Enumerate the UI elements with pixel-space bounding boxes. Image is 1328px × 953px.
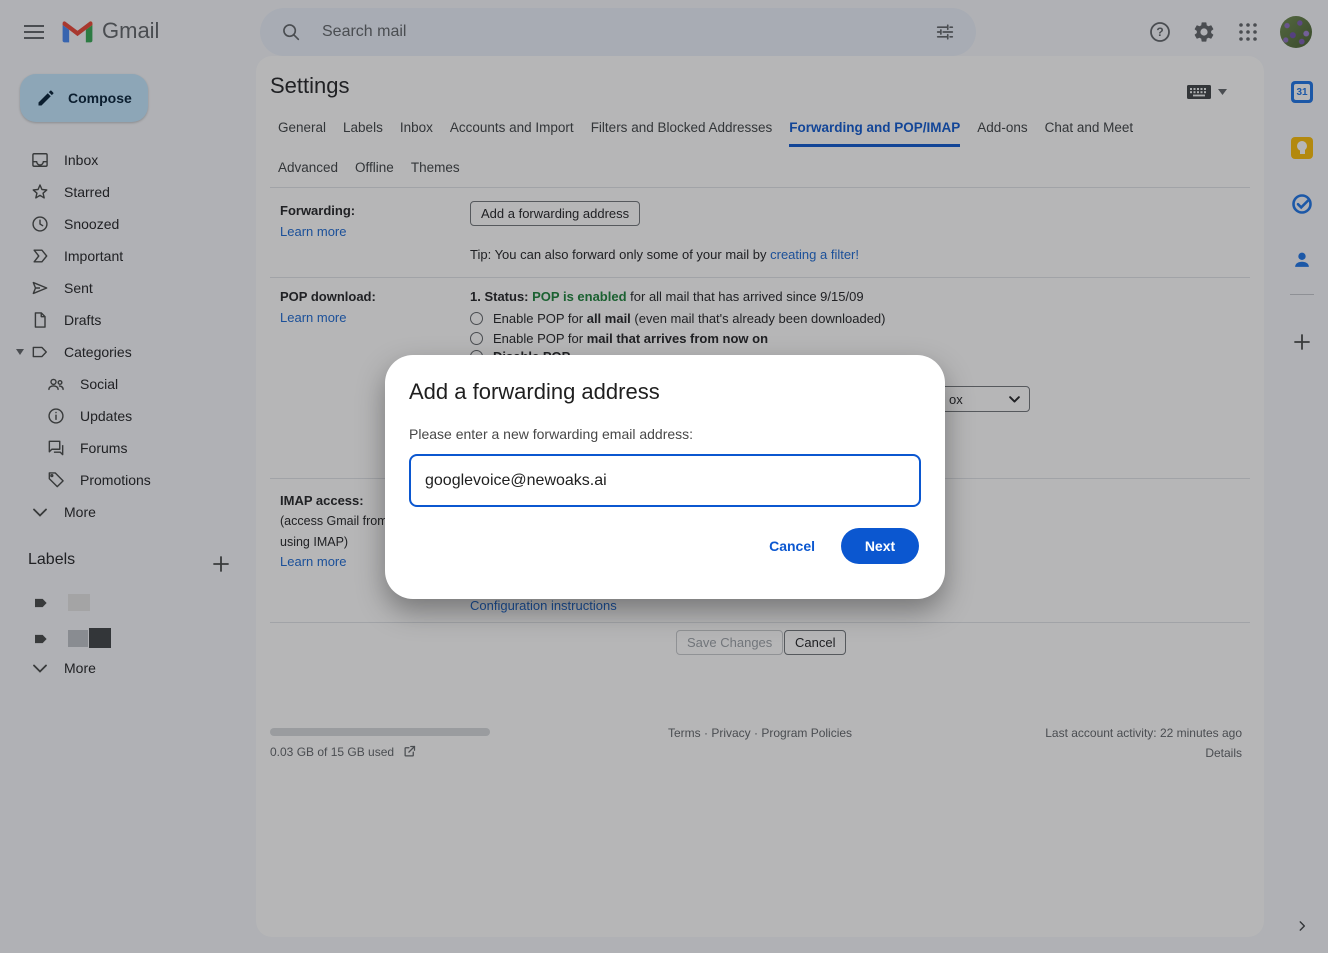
dialog-actions: Cancel Next	[769, 528, 919, 564]
dialog-next-button[interactable]: Next	[841, 528, 919, 564]
dialog-cancel-button[interactable]: Cancel	[769, 538, 815, 554]
add-forwarding-address-dialog: Add a forwarding address Please enter a …	[385, 355, 945, 599]
forwarding-email-input[interactable]	[409, 454, 921, 507]
dialog-prompt: Please enter a new forwarding email addr…	[409, 426, 693, 442]
dialog-title: Add a forwarding address	[409, 379, 660, 405]
gmail-app: Gmail ?	[0, 0, 1328, 953]
